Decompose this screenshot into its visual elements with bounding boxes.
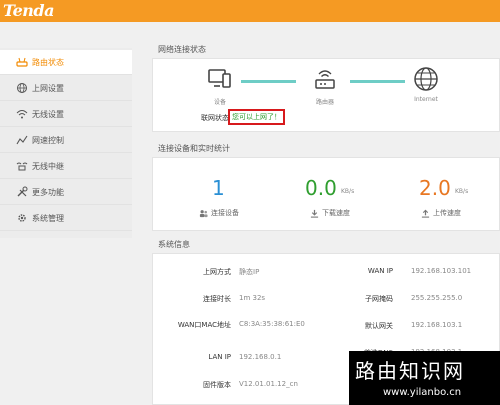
network-status-value: 您可以上网了！ [228, 109, 285, 125]
download-label-text: 下载速度 [322, 209, 350, 217]
sidebar-item-system-management[interactable]: 系统管理 [0, 206, 132, 231]
sidebar: 路由状态 上网设置 无线设置 网速控制 无线中继 更多功能 系统管理 [0, 48, 132, 238]
info-value: 1m 32s [239, 294, 266, 302]
info-value: 192.168.103.1 [411, 321, 463, 329]
info-label: 子网掩码 [365, 295, 393, 303]
sidebar-item-label: 系统管理 [32, 213, 64, 223]
sidebar-item-label: 网速控制 [32, 135, 64, 145]
info-value: 255.255.255.0 [411, 294, 463, 302]
info-label: 默认网关 [365, 322, 393, 330]
connection-status-card: 设备 路由器 Internet 联网状态 您可以上网了！ [152, 58, 500, 132]
globe-icon [15, 81, 29, 95]
device-label: 设备 [213, 99, 226, 106]
info-value: C8:3A:35:38:61:E0 [239, 320, 305, 328]
download-speed-value: 0.0 [305, 176, 337, 200]
sidebar-item-wireless-settings[interactable]: 无线设置 [0, 102, 132, 127]
sidebar-item-wireless-relay[interactable]: 无线中继 [0, 154, 132, 179]
stats-section-title: 连接设备和实时统计 [158, 144, 230, 153]
info-label: WAN IP [367, 267, 393, 275]
users-icon [199, 209, 208, 217]
tools-icon [15, 185, 29, 199]
upload-label-text: 上传速度 [433, 209, 461, 217]
download-unit: KB/s [341, 188, 355, 195]
sidebar-item-label: 路由状态 [32, 57, 64, 67]
site-watermark: 路由知识网 www.yilanbo.cn [349, 351, 500, 405]
info-label: WAN口MAC地址 [177, 321, 231, 329]
info-value: 静态IP [239, 268, 260, 276]
upload-speed-value: 2.0 [419, 176, 451, 200]
wifi-icon [15, 107, 29, 121]
sidebar-item-label: 更多功能 [32, 187, 64, 197]
sidebar-item-label: 上网设置 [32, 83, 64, 93]
speed-icon [15, 133, 29, 147]
connection-line [350, 80, 405, 83]
sidebar-item-router-status[interactable]: 路由状态 [0, 50, 132, 75]
connection-section-title: 网络连接状态 [158, 45, 206, 54]
connection-line [241, 80, 296, 83]
network-status-label: 联网状态 [201, 114, 229, 122]
sidebar-item-internet-settings[interactable]: 上网设置 [0, 76, 132, 101]
watermark-url: www.yilanbo.cn [383, 387, 462, 398]
computer-icon [208, 67, 232, 95]
upload-unit: KB/s [455, 188, 469, 195]
top-header-bar: Tenda [0, 0, 500, 22]
upload-stat-label: 上传速度 [421, 208, 461, 218]
router-device-icon [313, 67, 337, 97]
info-label: LAN IP [208, 353, 231, 361]
sidebar-item-speed-control[interactable]: 网速控制 [0, 128, 132, 153]
download-stat-label: 下载速度 [310, 208, 350, 218]
devices-stat-label[interactable]: 连接设备 [199, 208, 239, 218]
devices-count: 1 [212, 176, 225, 200]
sidebar-item-more-features[interactable]: 更多功能 [0, 180, 132, 205]
stats-card: 1 连接设备 0.0 KB/s 下载速度 2.0 KB/s 上传速度 [152, 157, 500, 231]
gear-icon [15, 211, 29, 225]
download-icon [310, 209, 319, 218]
info-value: V12.01.01.12_cn [239, 380, 298, 388]
router-label: 路由器 [315, 99, 334, 106]
watermark-title: 路由知识网 [355, 359, 465, 383]
sidebar-item-label: 无线中继 [32, 161, 64, 171]
devices-label-text: 连接设备 [211, 209, 239, 217]
relay-icon [15, 159, 29, 173]
tenda-logo: Tenda [3, 1, 54, 20]
sidebar-item-label: 无线设置 [32, 109, 64, 119]
info-label: 固件版本 [203, 381, 231, 389]
info-value: 192.168.103.101 [411, 267, 472, 275]
info-label: 连接时长 [203, 295, 231, 303]
router-icon [15, 55, 29, 69]
system-section-title: 系统信息 [158, 240, 190, 249]
info-label: 上网方式 [203, 268, 231, 276]
internet-globe-icon [413, 66, 439, 96]
info-value: 192.168.0.1 [239, 353, 282, 361]
upload-icon [421, 209, 430, 218]
internet-label: Internet [414, 96, 438, 103]
